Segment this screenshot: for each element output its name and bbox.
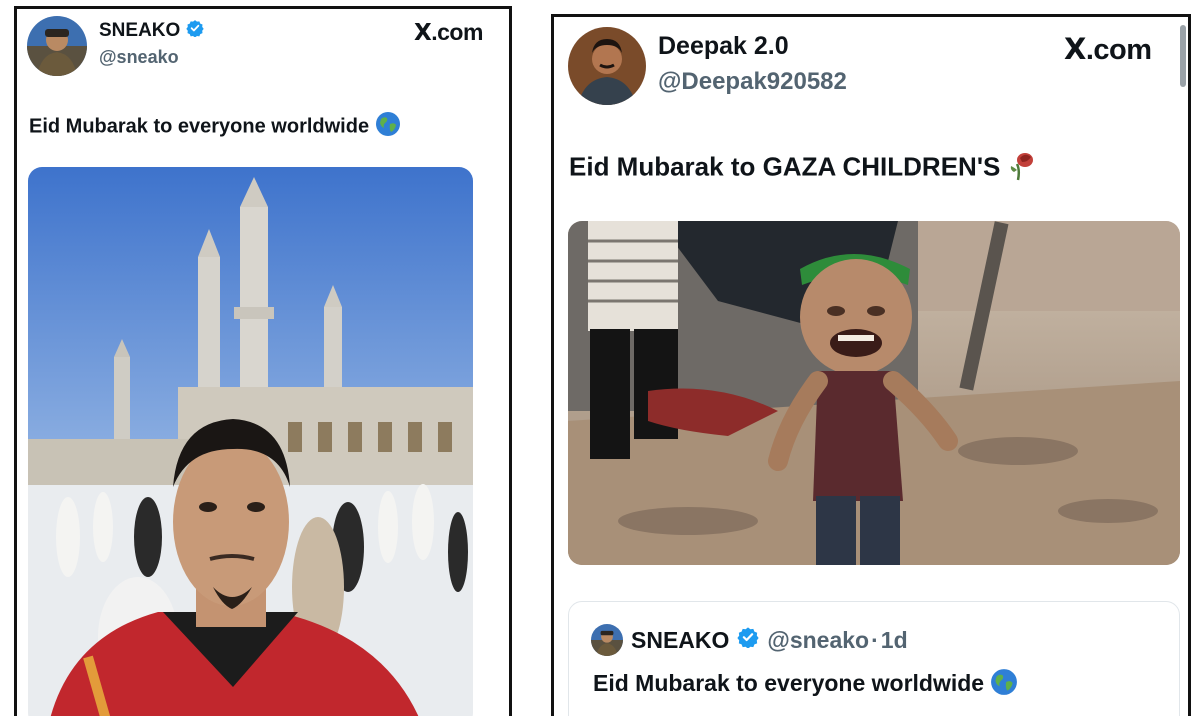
deepak-avatar[interactable] [568,27,646,105]
tweet-text: Eid Mubarak to GAZA CHILDREN'S [569,148,1038,189]
sneako-avatar[interactable] [27,16,87,76]
quoted-time[interactable]: 1d [881,627,908,654]
verified-badge-icon [186,19,204,43]
x-com-label: X.com [1064,32,1152,66]
tweet-media-photo[interactable] [28,167,473,716]
tweet-text-body: Eid Mubarak to GAZA CHILDREN'S [569,151,1001,182]
quoted-tweet-text-body: Eid Mubarak to everyone worldwide [593,670,985,697]
quoted-tweet-text: Eid Mubarak to everyone worldwide [593,668,1018,702]
quoted-author-row: SNEAKO @sneako · 1d [631,626,908,654]
left-tweet-card: SNEAKO @sneako X.com Eid Mubarak to ever… [14,6,512,716]
quoted-sneako-avatar[interactable] [591,624,623,656]
author-name[interactable]: SNEAKO [99,20,180,42]
x-com-label: X.com [414,19,483,46]
right-tweet-card: Deepak 2.0 @Deepak920582 X.com Eid Mubar… [551,14,1191,716]
author-handle[interactable]: @Deepak920582 [658,68,847,96]
scrollbar[interactable] [1180,25,1186,87]
x-logo-icon: X [1064,32,1086,66]
tweet-text: Eid Mubarak to everyone worldwide [29,111,401,143]
author-name[interactable]: Deepak 2.0 [658,32,789,61]
quoted-tweet[interactable]: SNEAKO @sneako · 1d Eid Mubarak to every… [568,601,1180,716]
author-name-row: Deepak 2.0 [658,32,789,61]
tweet-text-body: Eid Mubarak to everyone worldwide [29,115,370,138]
tweet-media-image[interactable] [568,221,1180,565]
x-logo-icon: X [414,20,432,46]
quoted-author-handle[interactable]: @sneako [767,627,869,654]
quoted-separator: · [871,626,879,653]
wilted-rose-icon [1008,148,1038,189]
globe-icon [375,111,401,143]
globe-icon [990,668,1018,702]
quoted-author-name[interactable]: SNEAKO [631,627,729,654]
verified-badge-icon [737,626,760,654]
author-name-row: SNEAKO [99,19,204,43]
author-handle[interactable]: @sneako [99,47,179,68]
